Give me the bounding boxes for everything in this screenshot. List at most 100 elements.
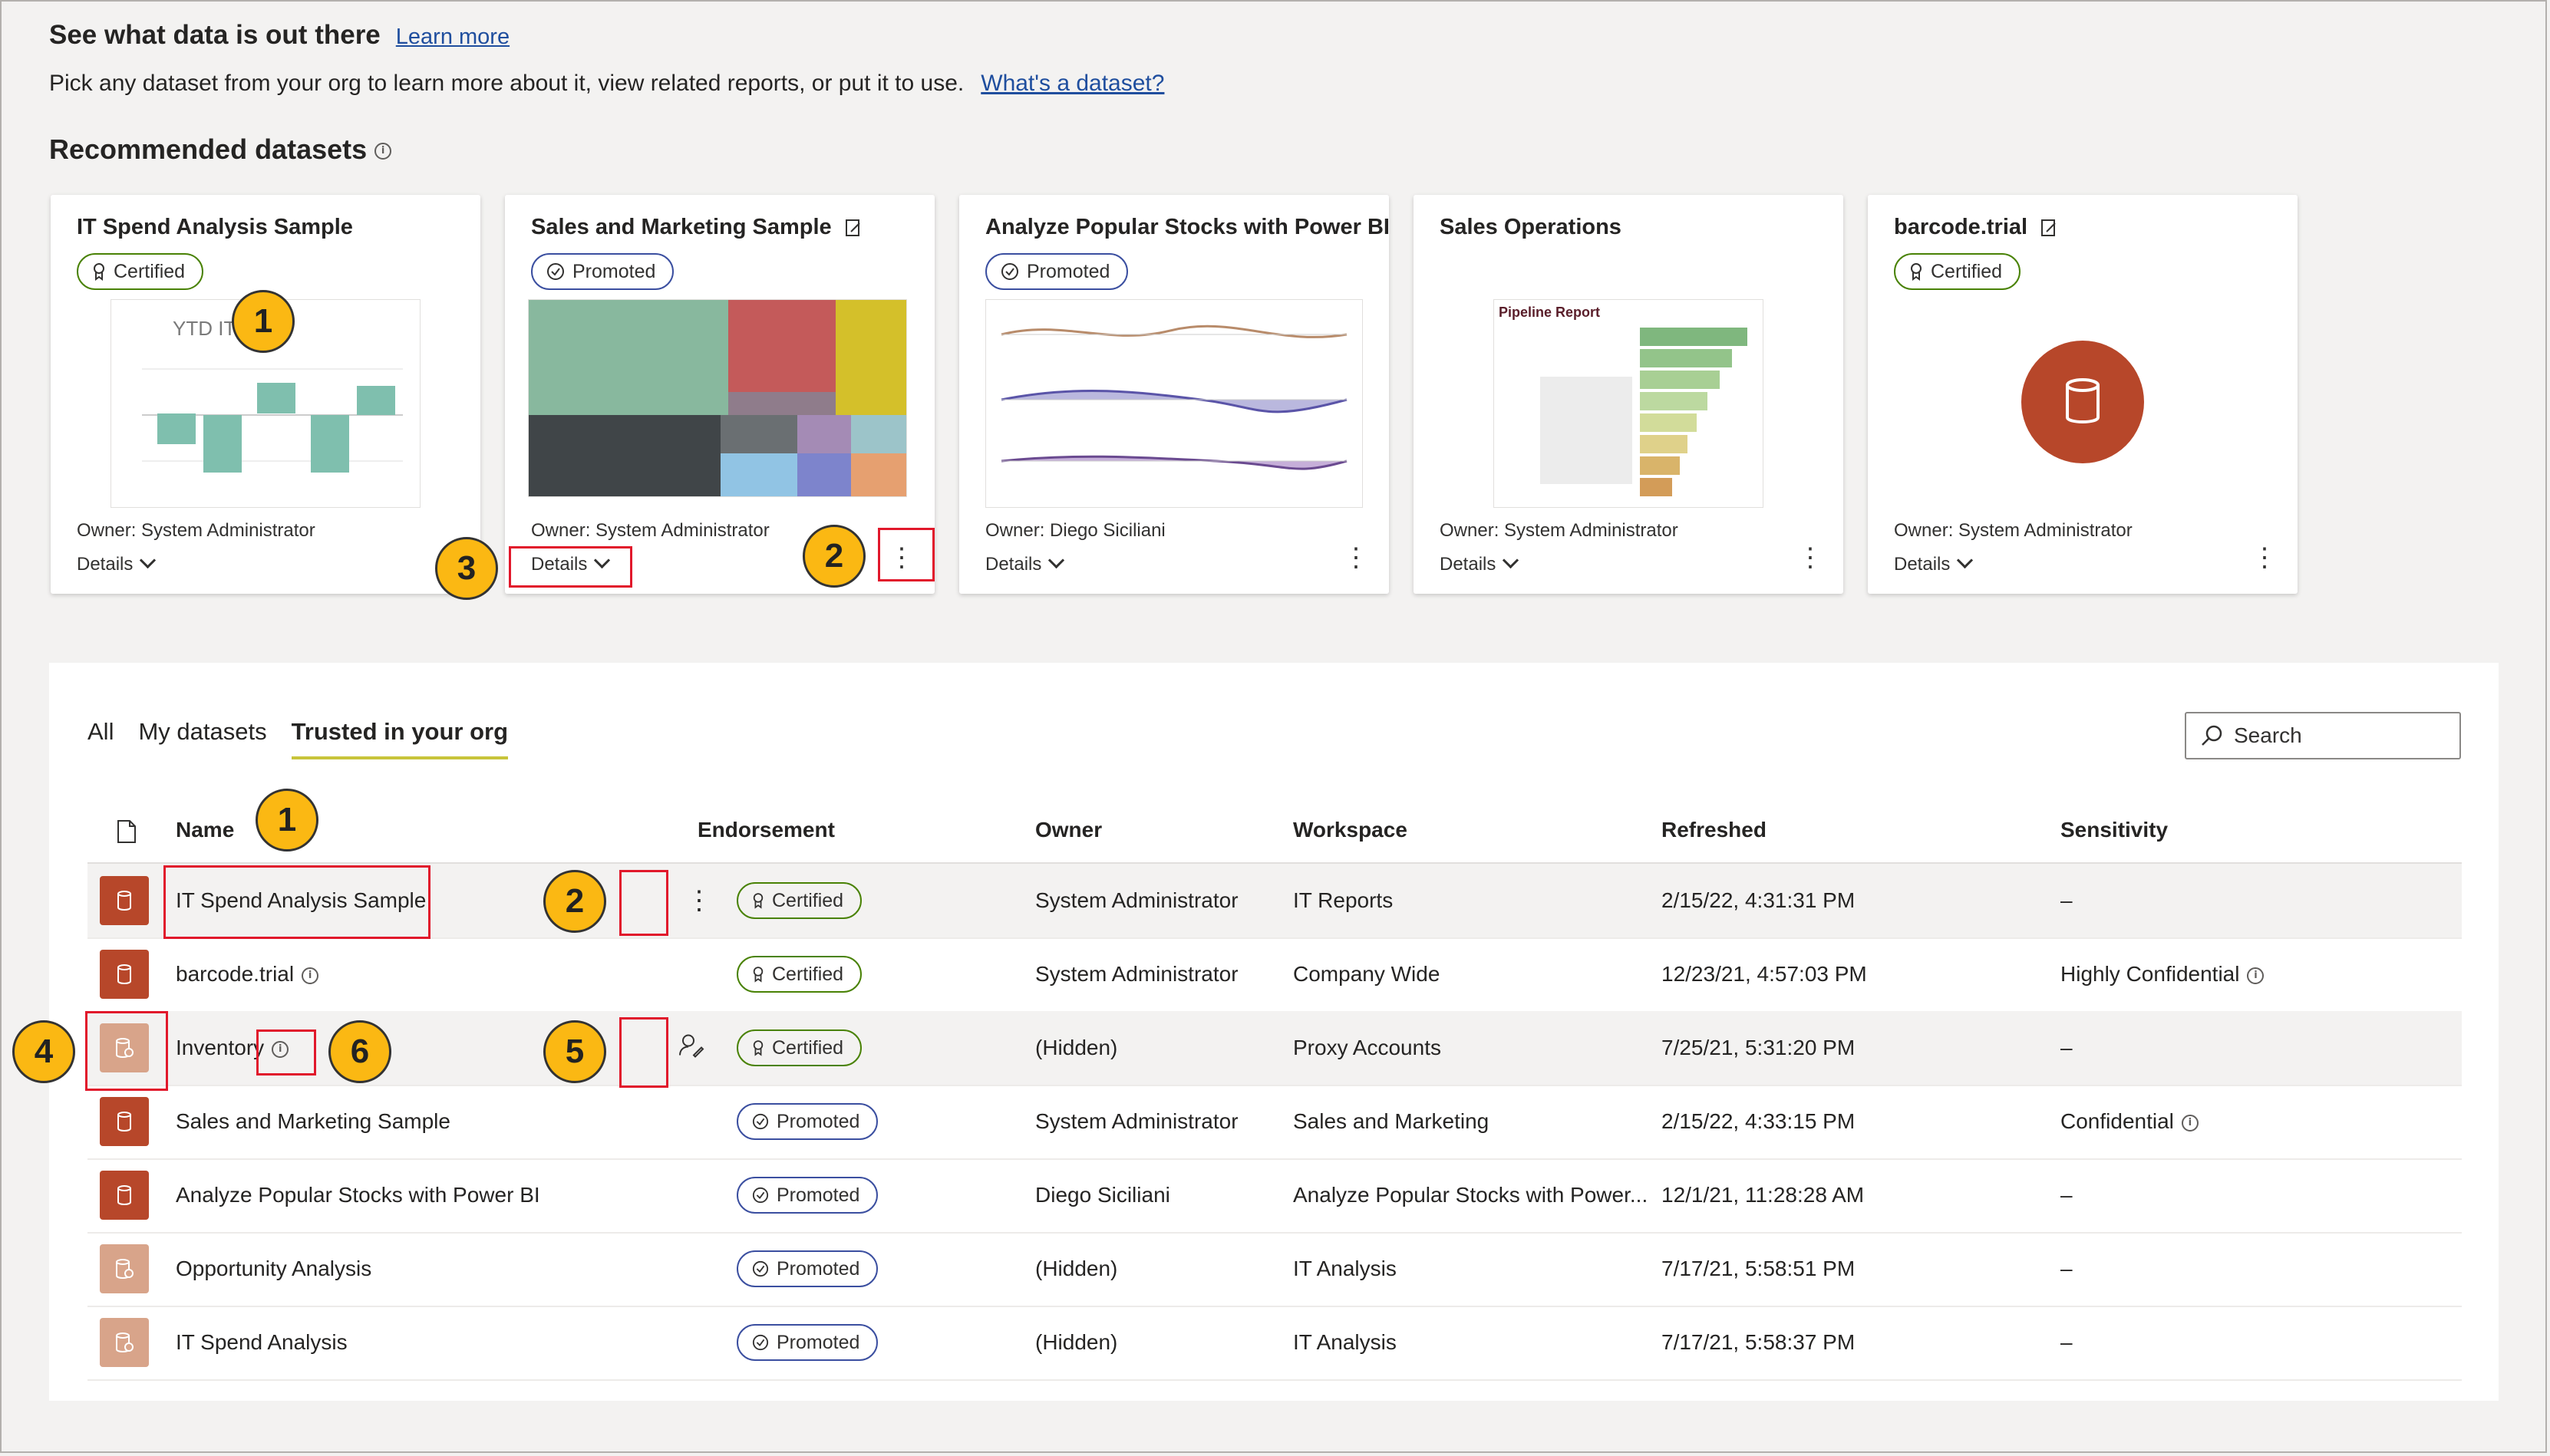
info-icon[interactable]: i	[374, 143, 392, 160]
chevron-down-icon	[140, 552, 157, 569]
dataset-icon	[100, 1097, 149, 1146]
sensitivity-cell: –	[2060, 1257, 2073, 1280]
promoted-icon	[752, 1113, 769, 1130]
dataset-name-link[interactable]: Opportunity Analysis	[176, 1257, 371, 1281]
column-workspace[interactable]: Workspace	[1293, 818, 1407, 842]
certified-icon	[1911, 263, 1922, 281]
certified-badge: Certified	[737, 882, 863, 919]
workspace-cell: Sales and Marketing	[1293, 1109, 1489, 1133]
table-row[interactable]: barcode.trial i Certified System Administ…	[87, 937, 2462, 1013]
callout-badge: 6	[328, 1020, 391, 1083]
refreshed-cell: 12/23/21, 4:57:03 PM	[1661, 962, 1867, 986]
dataset-card[interactable]: IT Spend Analysis Sample Certified YTD I…	[51, 195, 480, 594]
dataset-name-link[interactable]: barcode.trial i	[176, 962, 319, 987]
search-input[interactable]: Search	[2185, 712, 2461, 759]
dataset-name-link[interactable]: Analyze Popular Stocks with Power BI	[176, 1183, 540, 1207]
highlight-box	[163, 865, 430, 939]
table-row[interactable]: Inventory i Certified (Hidden) Proxy Acco…	[87, 1011, 2462, 1086]
column-refreshed[interactable]: Refreshed	[1661, 818, 1767, 842]
details-toggle[interactable]: Details	[1440, 552, 1519, 575]
tab-all[interactable]: All	[87, 718, 114, 759]
highlight-box	[619, 1017, 668, 1088]
owner-cell: System Administrator	[1035, 962, 1239, 986]
external-dataset-icon	[100, 1318, 149, 1367]
callout-badge: 1	[232, 290, 295, 353]
workspace-cell: IT Analysis	[1293, 1257, 1397, 1280]
highlight-box	[256, 1029, 316, 1076]
dataset-icon	[100, 950, 149, 999]
more-options-button[interactable]: ⋮	[686, 885, 712, 916]
promoted-icon	[752, 1334, 769, 1351]
whats-dataset-link[interactable]: What's a dataset?	[981, 71, 1164, 96]
report-edit-icon	[845, 219, 860, 237]
dataset-card[interactable]: Analyze Popular Stocks with Power BI Pro…	[959, 195, 1390, 594]
tab-trusted-in-org[interactable]: Trusted in your org	[291, 718, 509, 759]
column-owner[interactable]: Owner	[1035, 818, 1102, 842]
dataset-icon	[100, 876, 149, 925]
details-toggle[interactable]: Details	[77, 552, 157, 575]
chevron-down-icon	[1048, 552, 1065, 569]
callout-badge: 5	[543, 1020, 606, 1083]
promoted-badge: Promoted	[737, 1324, 879, 1361]
card-title: Sales and Marketing Sample	[531, 215, 863, 240]
dataset-icon	[100, 1171, 149, 1220]
learn-more-link[interactable]: Learn more	[396, 25, 510, 49]
info-icon[interactable]: i	[302, 967, 319, 984]
table-row[interactable]: IT Spend Analysis Sample ⋮ Certified Sys…	[87, 864, 2462, 939]
certified-icon	[753, 967, 764, 983]
card-title: IT Spend Analysis Sample	[77, 215, 353, 239]
sensitivity-cell: –	[2060, 1183, 2073, 1207]
datasets-panel: All My datasets Trusted in your org Sear…	[49, 663, 2499, 1401]
highlight-box	[85, 1011, 168, 1091]
column-sensitivity[interactable]: Sensitivity	[2060, 818, 2168, 842]
report-thumbnail	[985, 299, 1363, 508]
table-row[interactable]: Analyze Popular Stocks with Power BI Pro…	[87, 1158, 2462, 1234]
card-owner: Owner: System Administrator	[1894, 520, 2133, 541]
info-icon[interactable]: i	[2181, 1114, 2199, 1132]
promoted-icon	[1001, 263, 1018, 280]
table-row[interactable]: Opportunity Analysis Promoted (Hidden) I…	[87, 1232, 2462, 1307]
owner-cell: (Hidden)	[1035, 1257, 1118, 1280]
dataset-name-link[interactable]: IT Spend Analysis	[176, 1330, 348, 1355]
certified-icon	[94, 263, 104, 281]
chevron-down-icon	[1503, 552, 1519, 569]
column-endorsement[interactable]: Endorsement	[698, 818, 835, 842]
more-options-button[interactable]: ⋮	[1343, 545, 1369, 571]
card-title: barcode.trial	[1894, 215, 2058, 240]
details-toggle[interactable]: Details	[985, 552, 1065, 575]
dataset-card[interactable]: Sales and Marketing Sample Promoted Owne…	[505, 195, 935, 594]
card-owner: Owner: Diego Siciliani	[985, 520, 1166, 541]
dataset-card[interactable]: barcode.trial Certified Owner: System Ad…	[1868, 195, 2298, 594]
report-thumbnail: Pipeline Report	[1493, 299, 1763, 508]
highlight-box	[878, 528, 935, 581]
dataset-icon	[2021, 341, 2144, 463]
table-row[interactable]: IT Spend Analysis Promoted (Hidden) IT A…	[87, 1306, 2462, 1381]
tab-my-datasets[interactable]: My datasets	[138, 718, 266, 759]
request-access-icon[interactable]	[678, 1033, 704, 1064]
refreshed-cell: 7/17/21, 5:58:37 PM	[1661, 1330, 1856, 1354]
column-name[interactable]: Name	[176, 818, 234, 842]
highlight-box	[619, 870, 668, 936]
table-row[interactable]: Sales and Marketing Sample Promoted Syst…	[87, 1085, 2462, 1160]
promoted-icon	[752, 1260, 769, 1277]
dataset-card[interactable]: Sales Operations Pipeline Report Owner: …	[1414, 195, 1843, 594]
details-toggle[interactable]: Details	[1894, 552, 1974, 575]
workspace-cell: IT Analysis	[1293, 1330, 1397, 1354]
promoted-icon	[752, 1187, 769, 1204]
card-title: Sales Operations	[1440, 215, 1621, 239]
refreshed-cell: 7/25/21, 5:31:20 PM	[1661, 1036, 1856, 1059]
card-owner: Owner: System Administrator	[531, 520, 770, 541]
refreshed-cell: 2/15/22, 4:31:31 PM	[1661, 888, 1856, 912]
report-edit-icon	[2041, 219, 2056, 237]
workspace-cell: Proxy Accounts	[1293, 1036, 1441, 1059]
owner-cell: System Administrator	[1035, 1109, 1239, 1133]
promoted-badge: Promoted	[737, 1250, 879, 1287]
card-title: Analyze Popular Stocks with Power BI	[985, 215, 1390, 239]
more-options-button[interactable]: ⋮	[2251, 545, 2278, 571]
info-icon[interactable]: i	[2247, 967, 2265, 984]
owner-cell: System Administrator	[1035, 888, 1239, 912]
refreshed-cell: 12/1/21, 11:28:28 AM	[1661, 1183, 1865, 1207]
dataset-name-link[interactable]: Sales and Marketing Sample	[176, 1109, 450, 1134]
certified-badge: Certified	[737, 1029, 863, 1066]
more-options-button[interactable]: ⋮	[1797, 545, 1823, 571]
